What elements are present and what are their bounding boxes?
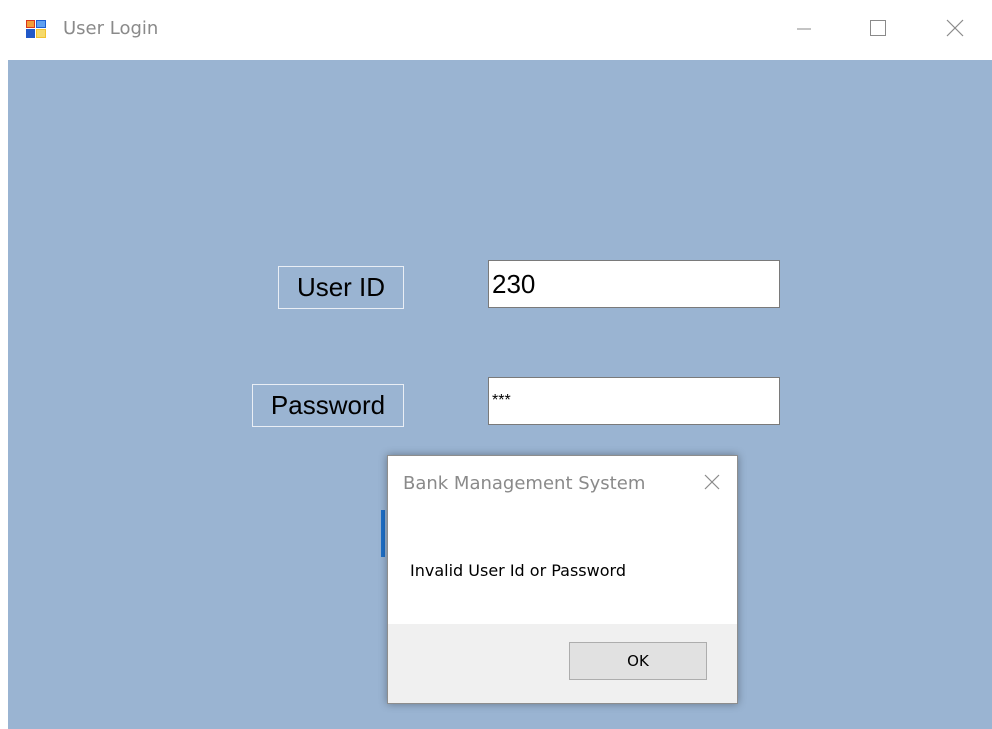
login-button-edge[interactable] xyxy=(381,510,385,557)
ok-button[interactable]: OK xyxy=(569,642,707,680)
password-label: Password xyxy=(252,384,404,427)
window-title: User Login xyxy=(63,18,159,39)
dialog-close-button[interactable] xyxy=(692,466,732,502)
close-icon xyxy=(945,18,965,42)
dialog-title: Bank Management System xyxy=(403,473,646,494)
close-icon xyxy=(703,473,721,495)
message-box-dialog: Bank Management System Invalid User Id o… xyxy=(387,455,738,704)
close-button[interactable] xyxy=(918,0,992,60)
maximize-button[interactable] xyxy=(834,0,922,60)
dialog-message: Invalid User Id or Password xyxy=(410,561,626,580)
minimize-icon xyxy=(796,20,812,40)
login-window: User Login User ID Password xyxy=(0,0,992,729)
user-id-input[interactable] xyxy=(488,260,780,308)
password-input[interactable] xyxy=(488,377,780,425)
dialog-footer: OK xyxy=(388,624,737,703)
maximize-icon xyxy=(869,19,887,41)
title-bar[interactable]: User Login xyxy=(0,0,992,60)
forms-app-icon xyxy=(25,19,47,39)
user-id-label: User ID xyxy=(278,266,404,309)
